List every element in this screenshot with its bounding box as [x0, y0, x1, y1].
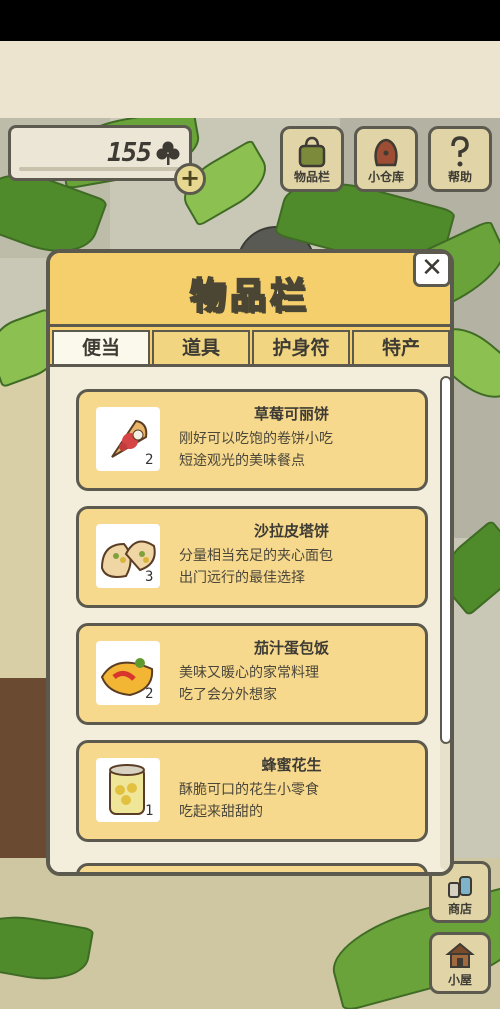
item-name: 蜂蜜花生: [261, 756, 322, 774]
house-button-label: 小屋: [447, 973, 472, 987]
bag-icon: [298, 136, 326, 168]
clover-progress-bar: [19, 167, 179, 171]
item-quantity: 2: [145, 686, 154, 702]
item-name: 草莓可丽饼: [253, 405, 329, 423]
clover-count: 155: [107, 138, 152, 168]
storage-button-label: 小仓库: [367, 170, 404, 184]
dialog-title: 物品栏: [189, 275, 310, 318]
shop-icon: [448, 876, 472, 898]
item-quantity: 3: [145, 569, 154, 585]
inventory-dialog: 物品栏 便当 道具 护身符 特产 2 草莓可丽饼 刚好可以吃饱的卷饼小吃 短途观…: [46, 249, 454, 876]
tab-tools[interactable]: 道具: [152, 330, 250, 364]
item-description: 分量相当充足的夹心面包 出门远行的最佳选择: [179, 548, 333, 586]
top-banner-area: [0, 41, 500, 118]
status-bar: [0, 0, 500, 41]
inventory-button[interactable]: 物品栏: [280, 126, 344, 192]
shop-button-label: 商店: [447, 902, 472, 916]
list-item[interactable]: 1 蜂蜜花生 酥脆可口的花生小零食 吃起来甜甜的: [76, 740, 428, 842]
list-item-partial[interactable]: [76, 863, 428, 872]
question-icon: [451, 136, 469, 167]
help-button-label: 帮助: [447, 170, 472, 184]
inventory-button-label: 物品栏: [293, 170, 330, 184]
list-item[interactable]: 2 草莓可丽饼 刚好可以吃饱的卷饼小吃 短途观光的美味餐点: [76, 389, 428, 491]
scrollbar-thumb[interactable]: [440, 376, 450, 744]
item-description: 酥脆可口的花生小零食 吃起来甜甜的: [179, 782, 319, 820]
clover-counter: 155: [8, 125, 192, 181]
item-name: 茄汁蛋包饭: [253, 639, 329, 657]
list-scrollbar[interactable]: [440, 376, 450, 870]
tab-charms[interactable]: 护身符: [252, 330, 350, 364]
house-icon: [445, 942, 475, 968]
tab-bar: 便当 道具 护身符 特产: [50, 327, 450, 367]
tab-bento[interactable]: 便当: [52, 330, 150, 364]
help-button[interactable]: 帮助: [428, 126, 492, 192]
close-button[interactable]: ✕: [413, 251, 451, 287]
item-quantity: 1: [145, 803, 154, 819]
scene-soil: [0, 678, 48, 858]
storage-sack-icon: [374, 138, 398, 167]
list-item[interactable]: 2 茄汁蛋包饭 美味又暖心的家常料理 吃了会分外想家: [76, 623, 428, 725]
list-item[interactable]: 3 沙拉皮塔饼 分量相当充足的夹心面包 出门远行的最佳选择: [76, 506, 428, 608]
dialog-header: 物品栏: [50, 253, 450, 327]
tab-specialties[interactable]: 特产: [352, 330, 450, 364]
item-description: 美味又暖心的家常料理 吃了会分外想家: [179, 665, 319, 703]
item-quantity: 2: [145, 452, 154, 468]
item-description: 刚好可以吃饱的卷饼小吃 短途观光的美味餐点: [179, 431, 333, 469]
clover-icon: [156, 141, 180, 165]
house-button[interactable]: 小屋: [429, 932, 491, 994]
add-clover-button[interactable]: +: [174, 163, 206, 195]
storage-button[interactable]: 小仓库: [354, 126, 418, 192]
item-name: 沙拉皮塔饼: [253, 522, 329, 540]
item-list[interactable]: 2 草莓可丽饼 刚好可以吃饱的卷饼小吃 短途观光的美味餐点 3 沙拉皮塔饼 分量…: [50, 370, 450, 872]
